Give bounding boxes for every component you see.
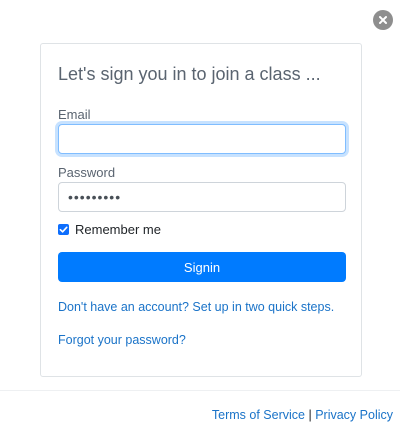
close-icon — [379, 16, 387, 24]
password-label: Password — [58, 165, 116, 180]
footer: Terms of Service | Privacy Policy — [212, 408, 393, 422]
footer-divider — [0, 390, 400, 391]
email-label: Email — [58, 107, 91, 122]
footer-separator: | — [308, 408, 312, 422]
email-field[interactable] — [58, 124, 346, 154]
close-button[interactable] — [373, 10, 393, 30]
signin-card: Let's sign you in to join a class ... Em… — [40, 43, 362, 377]
signin-button[interactable]: Signin — [58, 252, 346, 282]
signin-dialog: Let's sign you in to join a class ... Em… — [0, 0, 400, 435]
remember-me-label: Remember me — [75, 222, 161, 237]
terms-link[interactable]: Terms of Service — [212, 408, 305, 422]
signup-link[interactable]: Don't have an account? Set up in two qui… — [58, 300, 334, 314]
forgot-password-link[interactable]: Forgot your password? — [58, 333, 186, 347]
page-title: Let's sign you in to join a class ... — [58, 64, 321, 84]
privacy-link[interactable]: Privacy Policy — [315, 408, 393, 422]
check-icon[interactable] — [58, 224, 69, 235]
password-field[interactable] — [58, 182, 346, 212]
remember-me-checkbox[interactable]: Remember me — [58, 222, 161, 237]
